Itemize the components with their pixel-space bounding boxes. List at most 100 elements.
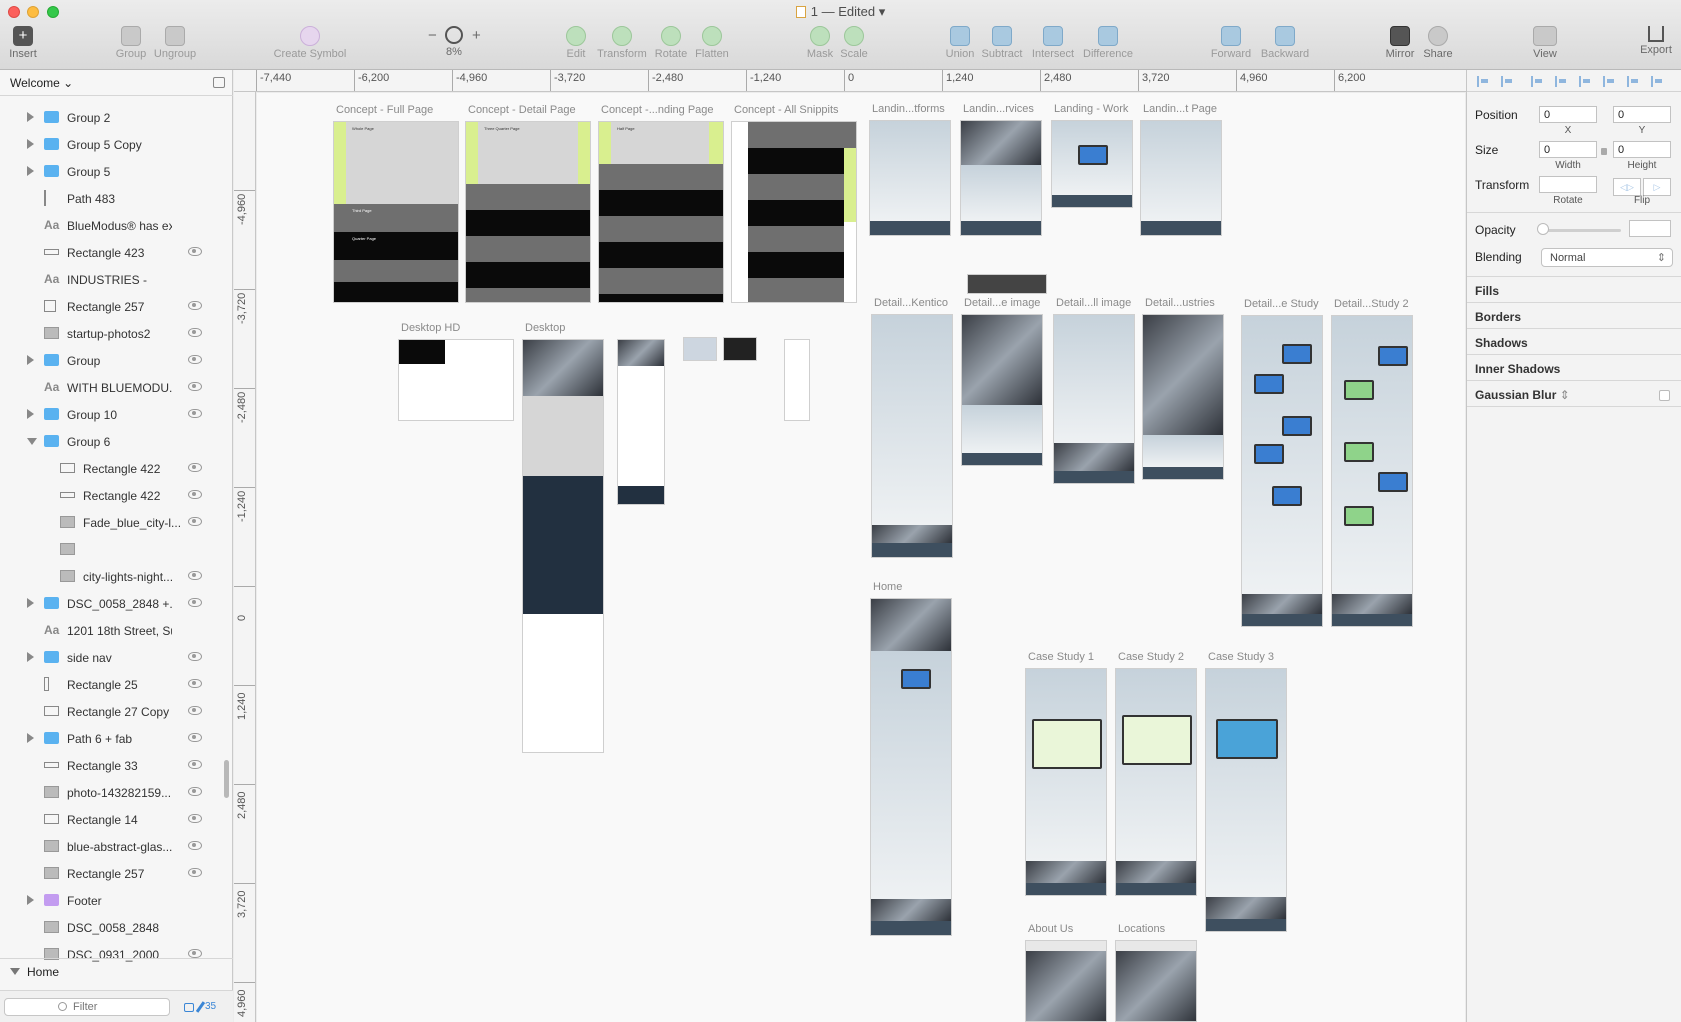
align-right-icon[interactable] <box>1579 76 1591 87</box>
layers-scrollbar[interactable] <box>224 760 229 798</box>
backward-button[interactable]: Backward <box>1260 26 1310 66</box>
artboard-label[interactable]: Landing - Work <box>1054 103 1128 115</box>
layer-row[interactable]: Footer <box>0 887 220 914</box>
flip-vertical-button[interactable]: ▷ <box>1643 178 1671 196</box>
canvas[interactable]: Concept - Full Page Whole Page Third Pag… <box>257 93 1465 1022</box>
layer-row[interactable]: Rectangle 27 Copy <box>0 698 220 725</box>
artboard-detail-case-study-2[interactable] <box>1331 315 1413 627</box>
visibility-eye-icon[interactable] <box>188 409 202 418</box>
artboard-thumbnail[interactable] <box>723 337 757 361</box>
visibility-eye-icon[interactable] <box>188 679 202 688</box>
transform-button[interactable]: Transform <box>596 26 648 66</box>
disclosure-triangle-icon[interactable] <box>27 438 37 445</box>
layer-row[interactable]: Rectangle 423 <box>0 239 220 266</box>
layer-row[interactable]: Path 6 + fab <box>0 725 220 752</box>
opacity-input[interactable] <box>1629 220 1671 237</box>
artboard-detail-side-image[interactable] <box>961 314 1043 466</box>
artboard-thumbnail[interactable] <box>683 337 717 361</box>
artboard-home[interactable] <box>870 598 952 936</box>
visibility-eye-icon[interactable] <box>188 517 202 526</box>
lock-icon[interactable] <box>1601 148 1607 155</box>
artboard-label[interactable]: Concept -...nding Page <box>601 104 714 116</box>
layer-row[interactable]: Aa WITH BLUEMODU... <box>0 374 220 401</box>
artboard-case-study-1[interactable] <box>1025 668 1107 896</box>
flatten-button[interactable]: Flatten <box>694 26 730 66</box>
layer-row[interactable]: Rectangle 33 <box>0 752 220 779</box>
disclosure-triangle-icon[interactable] <box>27 139 34 149</box>
layer-row[interactable]: Group 2 <box>0 104 220 131</box>
export-button[interactable]: Export <box>1638 26 1674 66</box>
visibility-eye-icon[interactable] <box>188 949 202 958</box>
rotate-button[interactable]: Rotate <box>654 26 688 66</box>
artboard-label[interactable]: Desktop <box>525 322 565 334</box>
toggle-pages-icon[interactable] <box>213 77 225 88</box>
view-button[interactable]: View <box>1530 26 1560 66</box>
artboard-label[interactable]: Concept - Full Page <box>336 104 433 116</box>
artboard-label[interactable]: Case Study 1 <box>1028 651 1094 663</box>
artboard-detail-case-study[interactable] <box>1241 315 1323 627</box>
layer-row[interactable]: Group 6 <box>0 428 220 455</box>
artboard-label[interactable]: Locations <box>1118 923 1165 935</box>
visibility-eye-icon[interactable] <box>188 463 202 472</box>
filter-input[interactable] <box>4 998 170 1016</box>
layer-row[interactable]: Rectangle 422 <box>0 482 220 509</box>
artboard-concept-all-snippits[interactable] <box>731 121 857 303</box>
page-selector[interactable]: Welcome ⌄ <box>0 70 233 96</box>
layer-row[interactable]: Aa 1201 18th Street, Su <box>0 617 220 644</box>
union-button[interactable]: Union <box>944 26 976 66</box>
artboard-label[interactable]: Landin...t Page <box>1143 103 1217 115</box>
artboard-label[interactable]: Detail...e Study <box>1244 298 1319 310</box>
layer-row[interactable]: city-lights-night... <box>0 563 220 590</box>
symbol-filter-icon[interactable] <box>184 1003 194 1012</box>
align-left-icon[interactable] <box>1531 76 1543 87</box>
ungroup-button[interactable]: Ungroup <box>152 26 198 66</box>
artboard-label[interactable]: Detail...Kentico <box>874 297 948 309</box>
layer-row[interactable]: Rectangle 25 <box>0 671 220 698</box>
gaussian-blur-checkbox[interactable] <box>1659 390 1670 401</box>
distribute-horizontal-icon[interactable] <box>1477 76 1489 87</box>
artboard-label[interactable]: Detail...Study 2 <box>1334 298 1409 310</box>
shadows-section[interactable]: Shadows <box>1475 336 1528 350</box>
artboard-label[interactable]: Landin...rvices <box>963 103 1034 115</box>
artboard-mobile[interactable] <box>617 339 665 505</box>
disclosure-triangle-icon[interactable] <box>27 112 34 122</box>
artboard-label[interactable]: Detail...ustries <box>1145 297 1215 309</box>
artboard-label[interactable]: Case Study 2 <box>1118 651 1184 663</box>
edit-filter-icon[interactable] <box>195 1001 206 1013</box>
artboard-label[interactable]: Detail...e image <box>964 297 1040 309</box>
artboard-landing-platforms[interactable] <box>869 120 951 236</box>
layer-row[interactable]: startup-photos2 <box>0 320 220 347</box>
artboard-blank[interactable] <box>784 339 810 421</box>
layer-row[interactable]: Rectangle 422 <box>0 455 220 482</box>
layer-row[interactable]: Group 5 <box>0 158 220 185</box>
artboard-desktop-hd[interactable] <box>398 339 514 421</box>
visibility-eye-icon[interactable] <box>188 841 202 850</box>
create-symbol-button[interactable]: Create Symbol <box>270 26 350 66</box>
visibility-eye-icon[interactable] <box>188 787 202 796</box>
align-bottom-icon[interactable] <box>1651 76 1663 87</box>
artboard-case-study-3[interactable] <box>1205 668 1287 932</box>
disclosure-triangle-icon[interactable] <box>27 652 34 662</box>
distribute-vertical-icon[interactable] <box>1501 76 1513 87</box>
artboard-label[interactable]: Home <box>873 581 902 593</box>
artboard-label[interactable]: Landin...tforms <box>872 103 945 115</box>
artboard-detail-industries[interactable] <box>1142 314 1224 480</box>
width-input[interactable] <box>1539 141 1597 158</box>
visibility-eye-icon[interactable] <box>188 733 202 742</box>
mask-button[interactable]: Mask <box>806 26 834 66</box>
vertical-ruler[interactable]: -4,960 -3,720 -2,480 -1,240 0 1,240 2,480 3,720… <box>234 92 256 1022</box>
disclosure-triangle-icon[interactable] <box>27 355 34 365</box>
page-item-home[interactable]: Home <box>0 958 233 984</box>
borders-section[interactable]: Borders <box>1475 310 1521 324</box>
layer-row[interactable]: blue-abstract-glas... <box>0 833 220 860</box>
opacity-slider-handle[interactable] <box>1537 223 1549 235</box>
disclosure-triangle-icon[interactable] <box>10 968 20 975</box>
position-y-input[interactable] <box>1613 106 1671 123</box>
share-button[interactable]: Share <box>1422 26 1454 66</box>
visibility-eye-icon[interactable] <box>188 598 202 607</box>
visibility-eye-icon[interactable] <box>188 571 202 580</box>
visibility-eye-icon[interactable] <box>188 652 202 661</box>
opacity-slider[interactable] <box>1541 229 1621 232</box>
layer-row[interactable]: Fade_blue_city-l... <box>0 509 220 536</box>
current-page[interactable]: Welcome ⌄ <box>10 76 73 90</box>
